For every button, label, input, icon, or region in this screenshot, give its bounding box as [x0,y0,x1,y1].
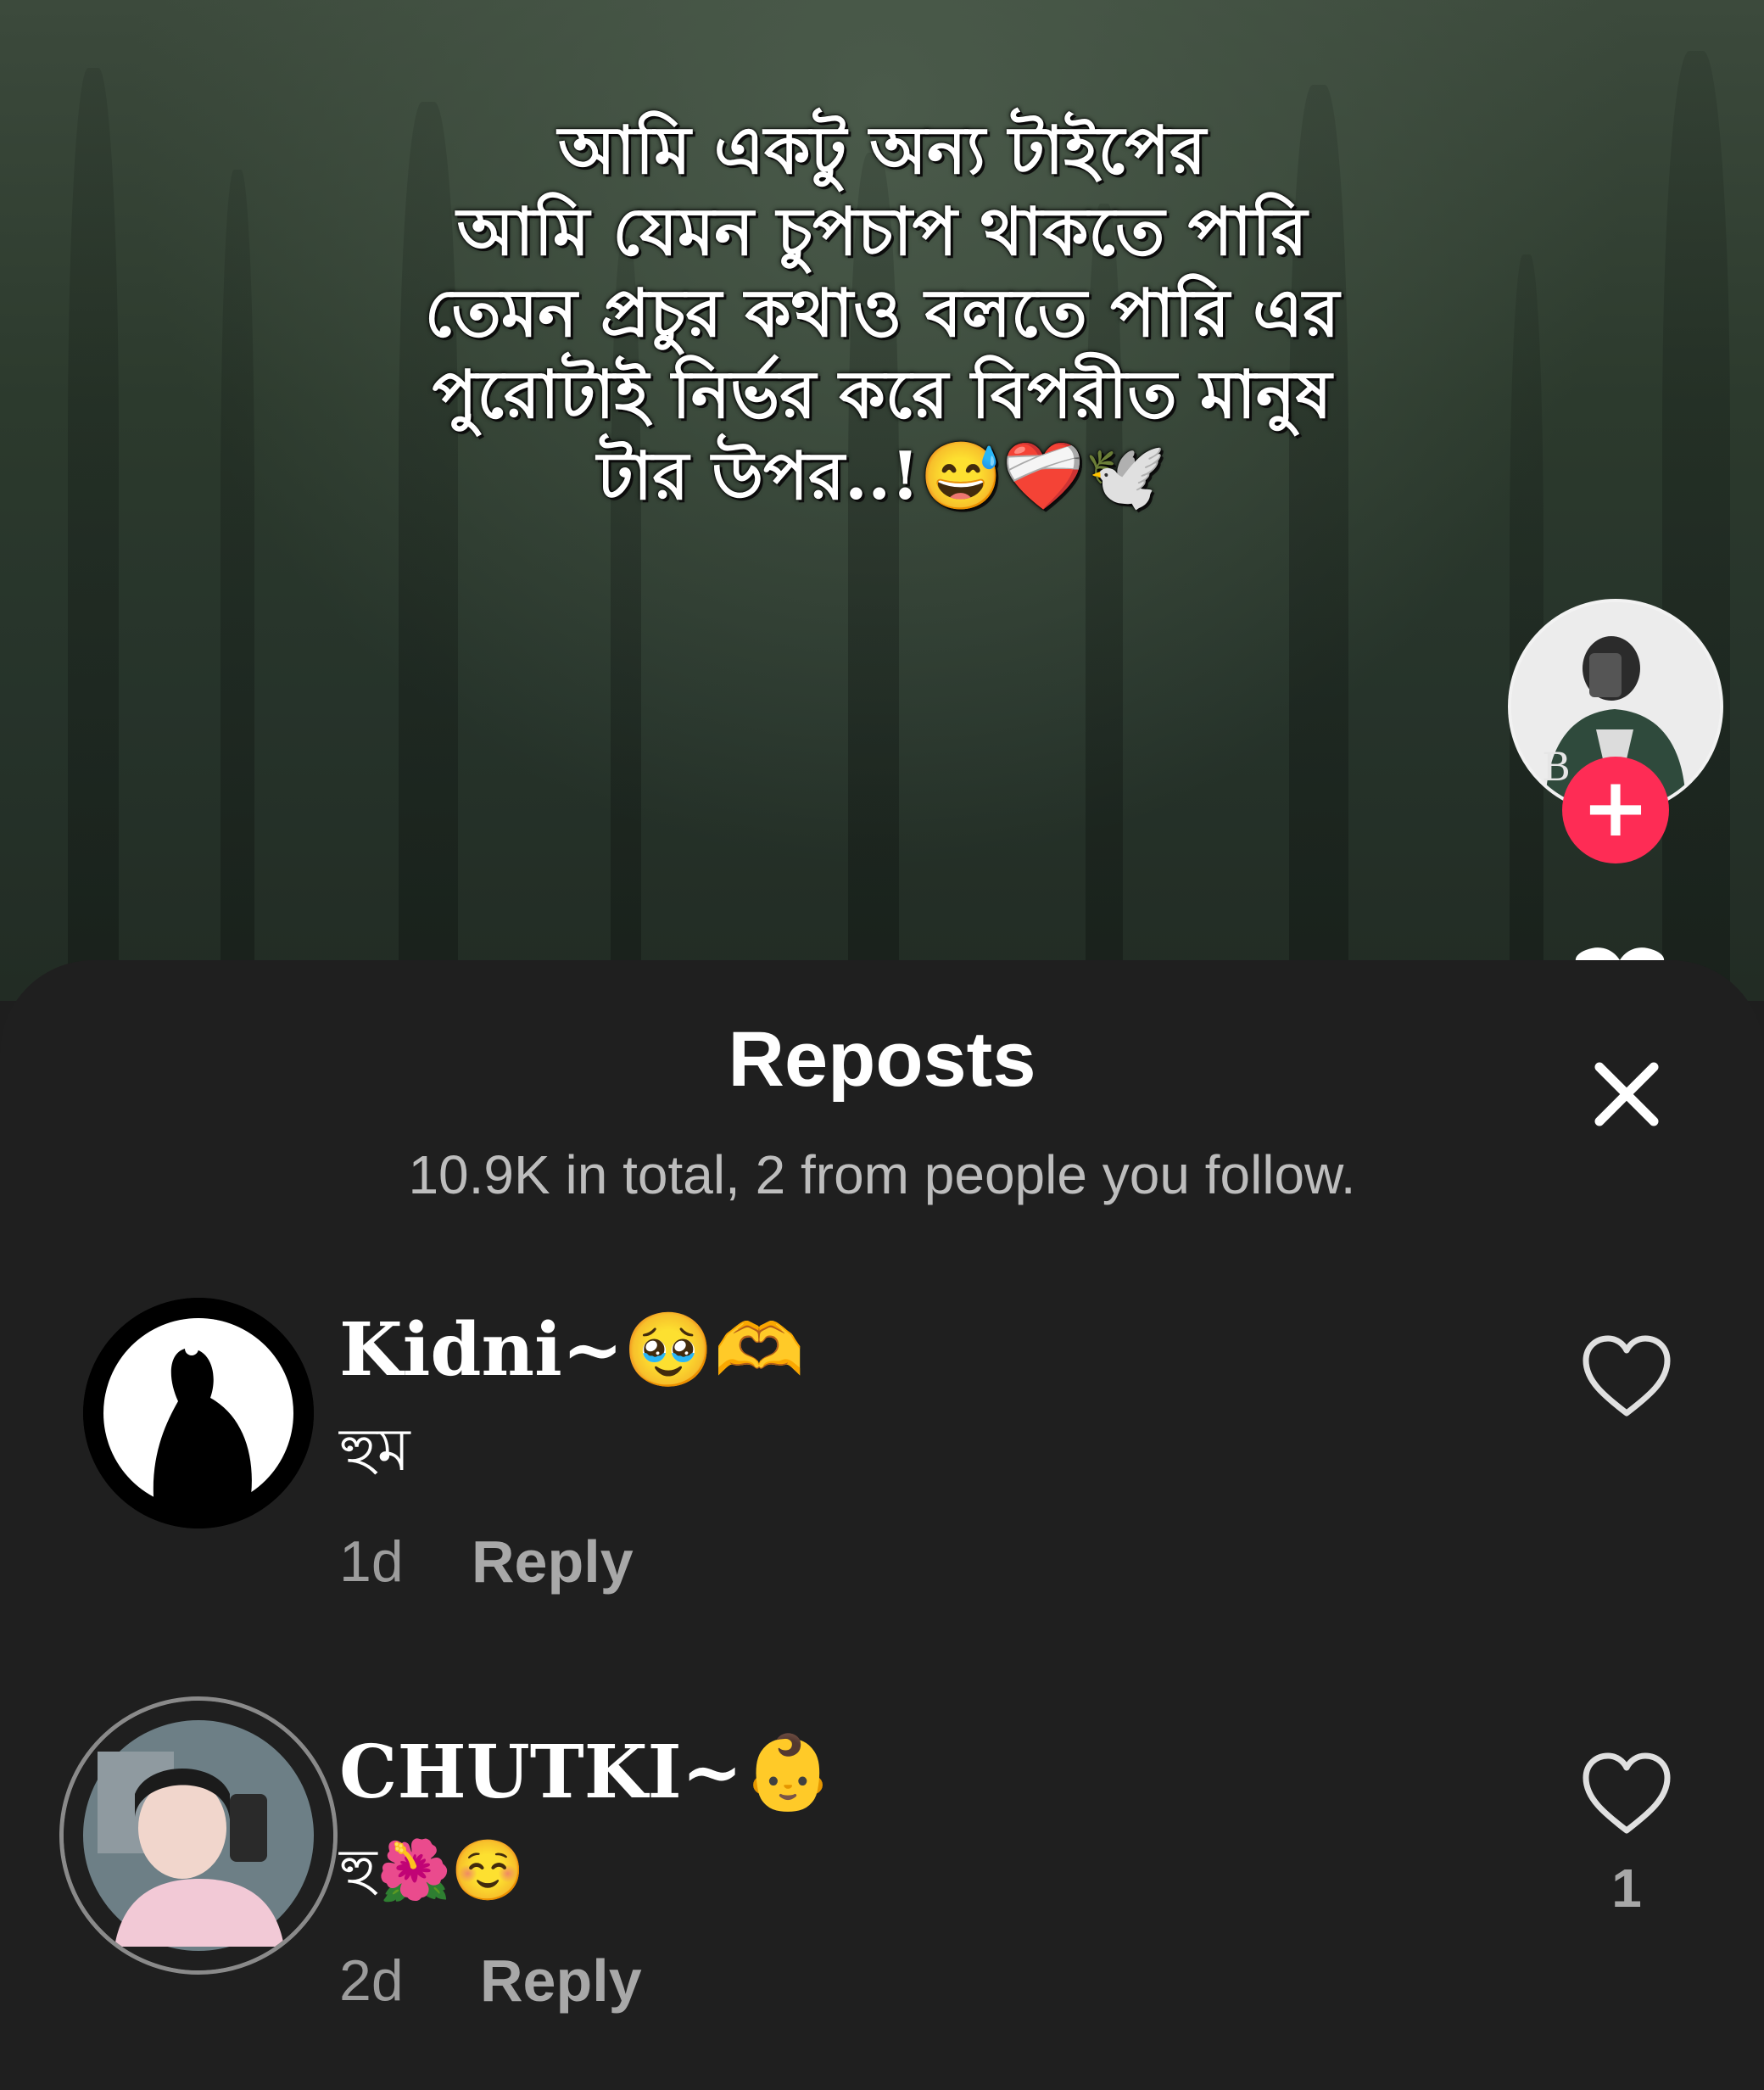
heart-icon[interactable] [1579,1332,1674,1420]
tree-trunk [1510,254,1544,1001]
comment-username[interactable]: Kidni~🥹🫶 [339,1308,805,1393]
heart-icon[interactable] [1579,1749,1674,1837]
like-count: 1 [1611,1858,1642,1919]
comment-time: 1d [339,1529,404,1594]
list-item: CHUTKI~👶 হু🌺☺️ 2d Reply 1 [0,1696,1764,2053]
person-photo-icon [64,1701,333,1970]
avatar-story-ring[interactable] [59,1696,338,1975]
tree-trunk [68,68,119,1001]
video-background[interactable]: আমি একটু অন্য টাইপের আমি যেমন চুপচাপ থাক… [0,0,1764,1001]
sheet-title: Reposts [728,1016,1036,1103]
tree-trunk [220,170,254,1001]
list-item: Kidni~🥹🫶 হুম 1d Reply [0,1298,1764,1654]
reply-button[interactable]: Reply [472,1523,634,1600]
tree-trunk [1662,51,1730,1001]
silhouette-icon [83,1298,314,1528]
close-icon[interactable] [1584,1052,1669,1137]
reply-button[interactable]: Reply [480,1942,642,2019]
screen: আমি একটু অন্য টাইপের আমি যেমন চুপচাপ থাক… [0,0,1764,2090]
video-caption: আমি একটু অন্য টাইপের আমি যেমন চুপচাপ থাক… [424,112,1340,515]
sheet-subtitle: 10.9K in total, 2 from people you follow… [408,1144,1356,1205]
comment-username[interactable]: CHUTKI~👶 [339,1730,834,1815]
svg-text:B: B [1542,744,1571,790]
comment-text: হুম [339,1415,410,1484]
comment-text: হু🌺☺️ [339,1836,526,1905]
comment-time: 2d [339,1948,404,2013]
follow-button[interactable]: + [1562,757,1669,863]
avatar[interactable] [83,1298,314,1528]
